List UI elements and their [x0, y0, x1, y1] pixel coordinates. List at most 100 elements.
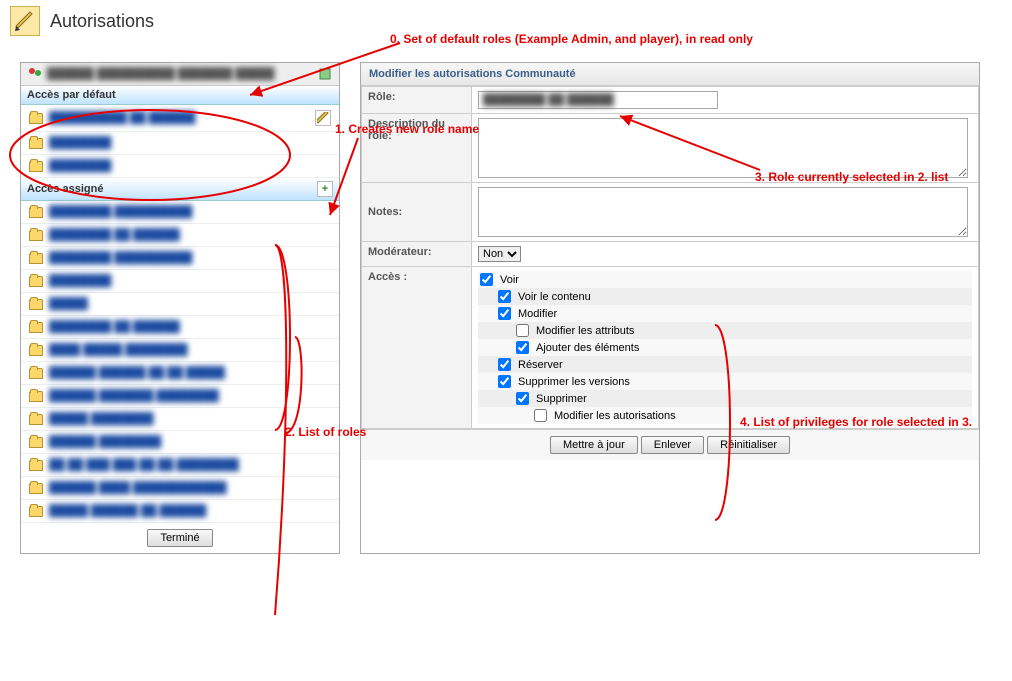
role-item-label: ████████ — [49, 137, 111, 149]
permission-checkbox[interactable] — [498, 375, 511, 388]
folder-icon — [29, 161, 43, 172]
role-field[interactable]: ████████ ██ ██████ — [478, 91, 718, 109]
permission-label: Modifier les attributs — [536, 325, 634, 337]
role-item-label: ████████ — [49, 160, 111, 172]
notes-field[interactable] — [478, 187, 968, 237]
role-item-label: █████ — [49, 298, 88, 310]
permission-row: Supprimer — [478, 390, 972, 407]
annotation-3: 3. Role currently selected in 2. list — [755, 170, 948, 184]
done-button[interactable]: Terminé — [147, 529, 212, 547]
folder-icon — [29, 345, 43, 356]
reset-button[interactable]: Réinitialiser — [707, 436, 790, 454]
folder-icon — [29, 368, 43, 379]
assigned-role-item[interactable]: ██████ ██████ ██ ██ █████ — [21, 362, 339, 385]
action-buttons-row: Mettre à jour Enlever Réinitialiser — [361, 429, 979, 460]
permission-row: Voir — [478, 271, 972, 288]
annotation-4: 4. List of privileges for role selected … — [740, 415, 972, 429]
notes-label: Notes: — [362, 183, 472, 242]
role-item-label: ██████ ██████ ██ ██ █████ — [49, 367, 225, 379]
permission-label: Supprimer — [536, 393, 587, 405]
moderator-label: Modérateur: — [362, 242, 472, 267]
role-item-label: ██████████ ██ ██████ — [49, 112, 195, 124]
assigned-role-item[interactable]: ██████ ████ ████████████ — [21, 477, 339, 500]
permission-label: Voir le contenu — [518, 291, 591, 303]
role-item-label: ████████ ██ ██████ — [49, 229, 180, 241]
role-item-label: ██████ ████ ████████████ — [49, 482, 227, 494]
folder-icon — [29, 253, 43, 264]
permission-label: Modifier les autorisations — [554, 410, 676, 422]
remove-button[interactable]: Enlever — [641, 436, 704, 454]
permission-label: Ajouter des éléments — [536, 342, 639, 354]
annotation-1: 1. Creates new role name — [335, 122, 479, 136]
annotation-2: 2. List of roles — [285, 425, 366, 439]
role-item-label: ██████ ████████ — [49, 436, 161, 448]
role-item-label: ████████ ██ ██████ — [49, 321, 180, 333]
assigned-role-item[interactable]: ██████ ███████ ████████ — [21, 385, 339, 408]
edit-panel-title: Modifier les autorisations Communauté — [361, 63, 979, 86]
permission-checkbox[interactable] — [498, 358, 511, 371]
folder-icon — [29, 299, 43, 310]
assigned-role-item[interactable]: ████████ — [21, 270, 339, 293]
role-item-label: ████ █████ ████████ — [49, 344, 188, 356]
assigned-roles-list: ████████ ██████████ ████████ ██ ██████ ███… — [21, 201, 339, 523]
roles-panel: ██████ ██████████ ███████ █████ Accès pa… — [20, 62, 340, 554]
permission-label: Réserver — [518, 359, 563, 371]
permissions-block: Voir Voir le contenu Modifier Modifier les … — [472, 267, 978, 428]
description-field[interactable] — [478, 118, 968, 178]
assigned-role-item[interactable]: █████ ██████ ██ ██████ — [21, 500, 339, 523]
moderator-select[interactable]: NonOui — [478, 246, 521, 262]
assigned-role-item[interactable]: ████████ ██ ██████ — [21, 316, 339, 339]
permission-label: Modifier — [518, 308, 557, 320]
folder-icon — [29, 113, 43, 124]
role-item-label: █████ ██████ ██ ██████ — [49, 505, 206, 517]
users-icon — [27, 66, 43, 82]
permission-row: Modifier les attributs — [478, 322, 972, 339]
folder-icon — [29, 276, 43, 287]
form-table: Rôle: ████████ ██ ██████ Description du … — [361, 86, 979, 429]
permission-checkbox[interactable] — [516, 341, 529, 354]
folder-icon — [29, 437, 43, 448]
role-item-label: █████ ████████ — [49, 413, 153, 425]
permission-row: Voir le contenu — [478, 288, 972, 305]
permission-checkbox[interactable] — [516, 324, 529, 337]
role-item-label: ██ ██ ███ ███ ██ ██ ████████ — [49, 459, 239, 471]
permission-checkbox[interactable] — [516, 392, 529, 405]
permission-checkbox[interactable] — [498, 307, 511, 320]
role-item-label: ████████ ██████████ — [49, 206, 192, 218]
update-button[interactable]: Mettre à jour — [550, 436, 638, 454]
edit-icon[interactable] — [315, 110, 331, 126]
permission-checkbox[interactable] — [534, 409, 547, 422]
assigned-role-item[interactable]: █████ — [21, 293, 339, 316]
access-label: Accès : — [362, 267, 472, 429]
assigned-role-item[interactable]: ████ █████ ████████ — [21, 339, 339, 362]
assigned-role-item[interactable]: ████████ ██████████ — [21, 201, 339, 224]
assigned-role-item[interactable]: ████████ ██████████ — [21, 247, 339, 270]
permission-row: Ajouter des éléments — [478, 339, 972, 356]
panel-title-redacted: ██████ ██████████ ███████ █████ — [47, 68, 274, 80]
default-role-item[interactable]: ████████ — [21, 155, 339, 178]
folder-icon — [29, 483, 43, 494]
roles-panel-header: ██████ ██████████ ███████ █████ — [21, 63, 339, 86]
default-roles-list: ██████████ ██ ██████ ████████ ████████ — [21, 105, 339, 178]
role-item-label: ██████ ███████ ████████ — [49, 390, 219, 402]
permission-label: Supprimer les versions — [518, 376, 630, 388]
role-item-label: ████████ — [49, 275, 111, 287]
folder-icon — [29, 322, 43, 333]
default-role-item[interactable]: ██████████ ██ ██████ — [21, 105, 339, 132]
page-title: Autorisations — [50, 11, 154, 32]
assigned-role-item[interactable]: ████████ ██ ██████ — [21, 224, 339, 247]
permission-checkbox[interactable] — [480, 273, 493, 286]
permission-row: Supprimer les versions — [478, 373, 972, 390]
permission-checkbox[interactable] — [498, 290, 511, 303]
header-tool-icon[interactable] — [317, 66, 333, 82]
page-icon — [10, 6, 40, 36]
role-item-label: ████████ ██████████ — [49, 252, 192, 264]
add-role-icon[interactable]: + — [317, 181, 333, 197]
permission-label: Voir — [500, 274, 519, 286]
permission-row: Réserver — [478, 356, 972, 373]
role-label: Rôle: — [362, 87, 472, 114]
default-role-item[interactable]: ████████ — [21, 132, 339, 155]
folder-icon — [29, 230, 43, 241]
assigned-role-item[interactable]: ██ ██ ███ ███ ██ ██ ████████ — [21, 454, 339, 477]
folder-icon — [29, 207, 43, 218]
